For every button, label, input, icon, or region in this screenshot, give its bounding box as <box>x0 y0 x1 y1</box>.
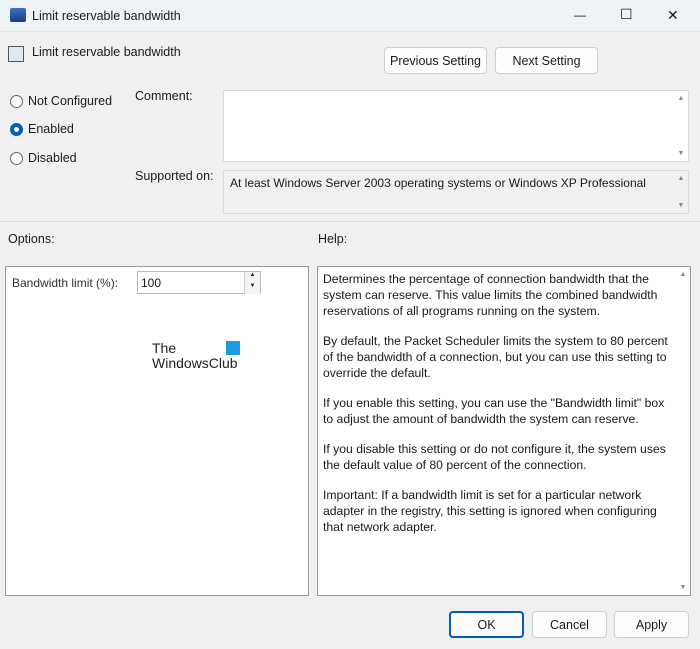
options-panel: Bandwidth limit (%): 100 ▲ ▼ The Windows… <box>5 266 309 596</box>
comment-label: Comment: <box>135 89 193 103</box>
bandwidth-input[interactable]: 100 <box>141 276 161 290</box>
radio-label: Enabled <box>28 122 74 136</box>
window-title: Limit reservable bandwidth <box>32 9 181 23</box>
help-scrollbar[interactable]: ▲ ▼ <box>676 267 690 595</box>
help-paragraph: By default, the Packet Scheduler limits … <box>323 334 668 380</box>
setting-icon <box>8 46 24 62</box>
radio-circle <box>10 94 23 108</box>
next-setting-button[interactable]: Next Setting <box>495 47 598 74</box>
help-paragraph: If you enable this setting, you can use … <box>323 396 665 426</box>
watermark-line2: WindowsClub <box>152 355 238 371</box>
radio-circle <box>10 122 23 136</box>
maximize-button[interactable]: ☐ <box>620 6 633 23</box>
supported-text: At least Windows Server 2003 operating s… <box>230 176 646 190</box>
watermark-square <box>226 341 240 355</box>
bandwidth-label: Bandwidth limit (%): <box>12 276 119 290</box>
radio-enabled[interactable]: Enabled <box>10 122 74 136</box>
minimize-button[interactable]: — <box>574 8 586 22</box>
supported-label: Supported on: <box>135 169 214 183</box>
ok-button[interactable]: OK <box>449 611 524 638</box>
divider <box>0 221 700 222</box>
bandwidth-spinner[interactable]: 100 ▲ ▼ <box>137 271 261 294</box>
radio-disabled[interactable]: Disabled <box>10 151 77 165</box>
close-button[interactable]: ✕ <box>667 7 679 24</box>
comment-input[interactable]: ▲ ▼ <box>223 90 689 162</box>
options-label: Options: <box>8 232 55 246</box>
radio-not-configured[interactable]: Not Configured <box>10 94 112 108</box>
app-icon <box>10 8 26 22</box>
help-panel: Determines the percentage of connection … <box>317 266 691 596</box>
cancel-button[interactable]: Cancel <box>532 611 607 638</box>
setting-name: Limit reservable bandwidth <box>32 45 181 59</box>
spin-up-button[interactable]: ▲ <box>244 272 260 283</box>
help-paragraph: Determines the percentage of connection … <box>323 272 658 318</box>
radio-label: Not Configured <box>28 94 113 108</box>
watermark-line1: The <box>152 340 177 356</box>
scrollbar[interactable]: ▲ ▼ <box>674 171 688 213</box>
title-bar: Limit reservable bandwidth — ☐ ✕ <box>0 0 700 32</box>
help-label: Help: <box>318 232 348 246</box>
scrollbar[interactable]: ▲ ▼ <box>674 91 688 161</box>
help-paragraph: Important: If a bandwidth limit is set f… <box>323 488 657 534</box>
radio-circle <box>10 151 23 165</box>
help-paragraph: If you disable this setting or do not co… <box>323 442 666 472</box>
apply-button[interactable]: Apply <box>614 611 689 638</box>
previous-setting-button[interactable]: Previous Setting <box>384 47 487 74</box>
supported-on-box: At least Windows Server 2003 operating s… <box>223 170 689 214</box>
radio-label: Disabled <box>28 151 77 165</box>
watermark-logo: The WindowsClub <box>152 340 240 371</box>
spin-down-button[interactable]: ▼ <box>244 283 260 294</box>
